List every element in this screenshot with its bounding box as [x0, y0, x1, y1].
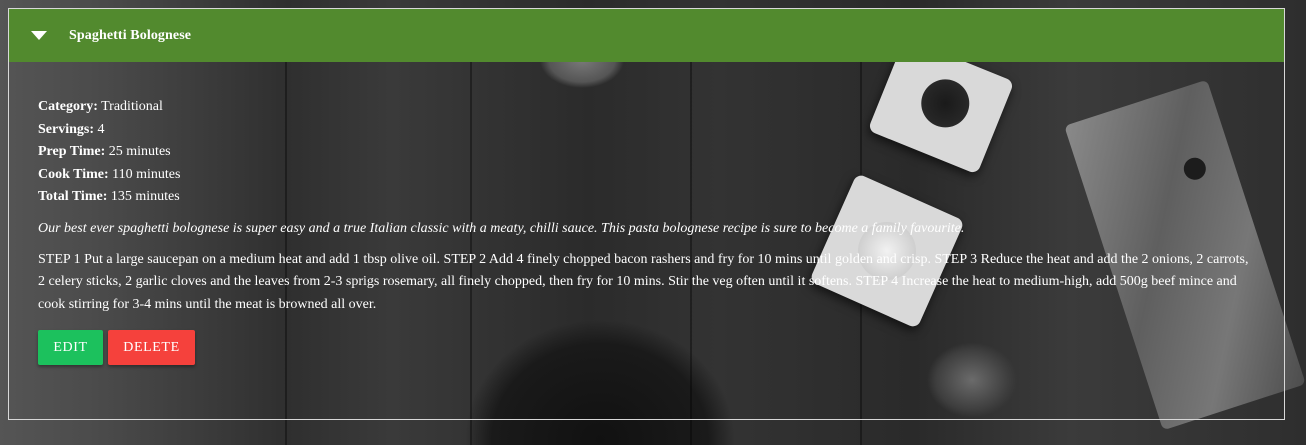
recipe-details: Category: Traditional Servings: 4 Prep T…: [9, 62, 1284, 365]
edit-button[interactable]: Edit: [38, 330, 103, 365]
recipe-cook-time: Cook Time: 110 minutes: [38, 164, 1284, 187]
meta-label: Servings:: [38, 121, 94, 137]
meta-label: Cook Time:: [38, 166, 109, 182]
meta-value: 110 minutes: [112, 166, 181, 182]
recipe-title: Spaghetti Bolognese: [69, 27, 192, 43]
recipe-prep-time: Prep Time: 25 minutes: [38, 141, 1284, 164]
recipe-accordion-header[interactable]: Spaghetti Bolognese: [9, 9, 1284, 62]
caret-down-icon[interactable]: [31, 31, 47, 40]
meta-label: Category:: [38, 99, 98, 114]
meta-value: 135 minutes: [110, 189, 180, 204]
delete-button[interactable]: Delete: [108, 330, 195, 365]
recipe-servings: Servings: 4: [38, 119, 1284, 142]
meta-value: 4: [97, 121, 105, 137]
recipe-description: Our best ever spaghetti bolognese is sup…: [38, 220, 965, 236]
recipe-total-time: Total Time: 135 minutes: [38, 186, 1284, 209]
recipe-steps: STEP 1 Put a large saucepan on a medium …: [38, 251, 1249, 312]
meta-label: Prep Time:: [38, 144, 106, 159]
meta-label: Total Time:: [38, 189, 108, 204]
meta-value: Traditional: [101, 99, 163, 114]
recipe-category: Category: Traditional: [38, 96, 1284, 119]
recipe-accordion: Spaghetti Bolognese Category: Traditiona…: [8, 8, 1285, 420]
meta-value: 25 minutes: [108, 144, 171, 159]
recipe-actions: Edit Delete: [38, 330, 1284, 365]
